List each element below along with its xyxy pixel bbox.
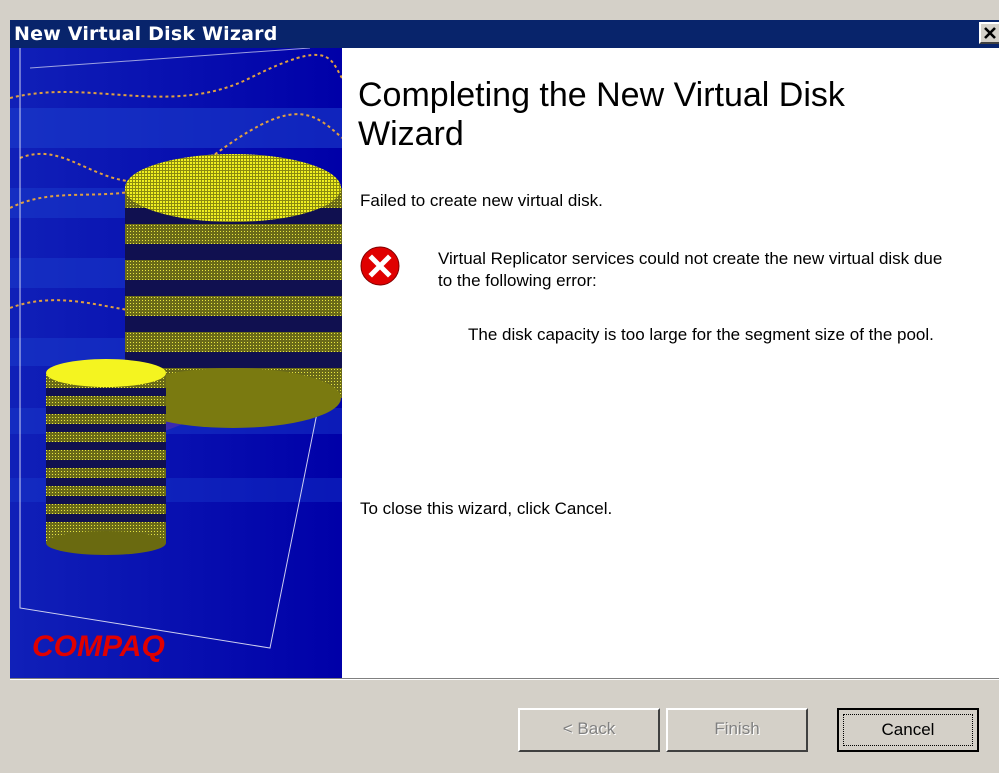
error-message: Virtual Replicator services could not cr… [438,249,943,290]
wizard-window: New Virtual Disk Wizard COMPAQ Completin… [0,0,999,773]
page-title: Completing the New Virtual Disk Wizard [358,76,845,153]
cancel-button-label: Cancel [843,714,973,746]
wizard-banner-image: COMPAQ [10,48,342,678]
wizard-content: Completing the New Virtual Disk Wizard F… [342,48,999,678]
close-icon[interactable] [979,22,999,44]
error-icon [360,246,400,286]
finish-button-label: Finish [714,719,760,738]
cancel-button[interactable]: Cancel [837,708,979,752]
finish-button[interactable]: Finish [666,708,808,752]
button-bar-separator [10,678,999,680]
disk-illustration: COMPAQ [10,48,342,678]
title-bar[interactable]: New Virtual Disk Wizard [10,20,999,48]
back-button[interactable]: < Back [518,708,660,752]
close-glyph [984,27,996,39]
status-text: Failed to create new virtual disk. [360,191,603,210]
small-disk-stack [46,359,166,555]
window-title: New Virtual Disk Wizard [14,23,278,45]
compaq-logo: COMPAQ [32,630,165,663]
close-hint: To close this wizard, click Cancel. [360,499,613,518]
back-button-label: < Back [562,719,616,738]
error-detail: The disk capacity is too large for the s… [468,325,934,344]
